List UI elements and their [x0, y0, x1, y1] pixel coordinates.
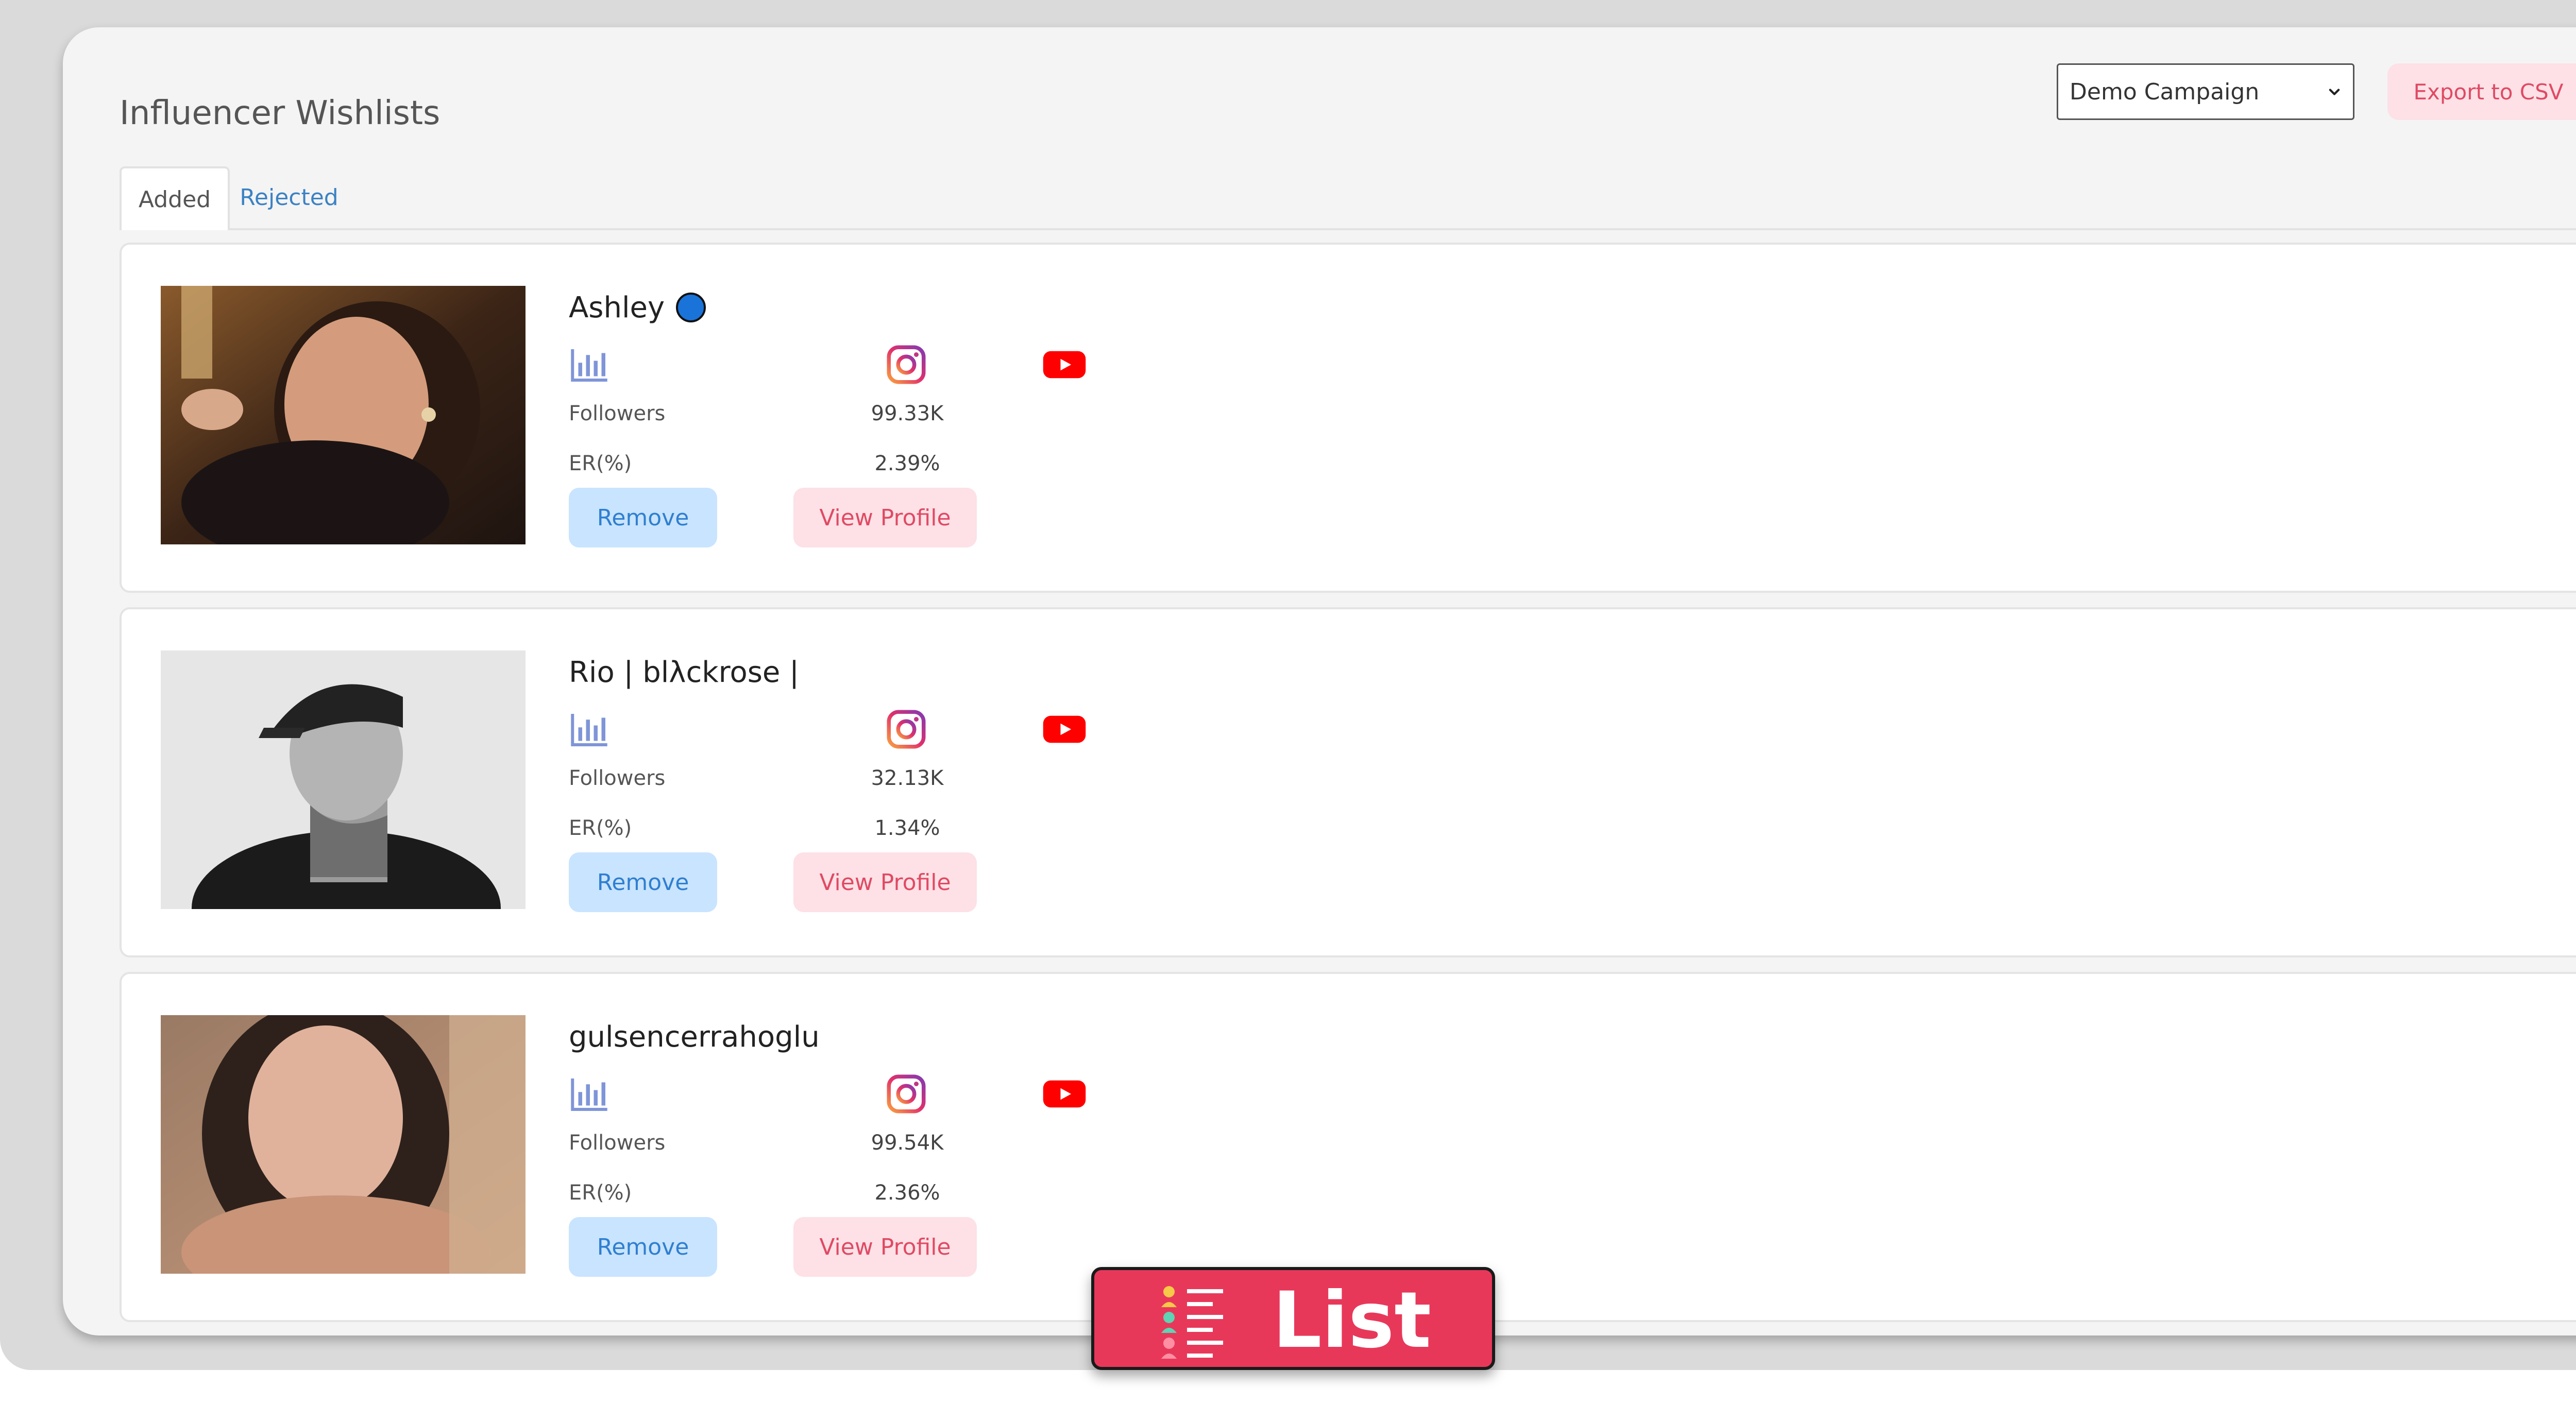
page-title: Influencer Wishlists [120, 94, 440, 132]
verified-badge-icon [676, 293, 706, 322]
list-overlay-label: List [1273, 1276, 1431, 1365]
campaign-select-value: Demo Campaign [2070, 78, 2260, 105]
export-csv-button[interactable]: Export to CSV [2387, 63, 2576, 120]
er-label: ER(%) [569, 816, 632, 840]
influencer-card: Ashley Followers 99.33K ER(%) 2.39% Remo… [120, 243, 2576, 593]
bar-chart-icon [567, 1071, 613, 1117]
influencer-photo [161, 286, 526, 544]
influencer-photo [161, 1015, 526, 1274]
youtube-icon[interactable] [1040, 1071, 1089, 1117]
campaign-select[interactable]: Demo Campaign [2057, 63, 2354, 120]
tab-rejected[interactable]: Rejected [230, 166, 348, 228]
bar-chart-icon [567, 341, 613, 388]
followers-label: Followers [569, 1131, 666, 1155]
youtube-icon[interactable] [1040, 341, 1089, 388]
remove-button[interactable]: Remove [569, 852, 717, 912]
er-label: ER(%) [569, 1181, 632, 1205]
er-label: ER(%) [569, 452, 632, 475]
influencer-name[interactable]: gulsencerrahoglu [569, 1020, 820, 1054]
view-profile-button[interactable]: View Profile [793, 852, 977, 912]
followers-value: 99.33K [871, 402, 944, 425]
influencer-name-row: Ashley [569, 287, 706, 328]
influencer-photo [161, 650, 526, 909]
influencer-name-row: Rio | blλckrose | [569, 652, 799, 693]
app-window: Influencer Wishlists Demo Campaign Expor… [63, 27, 2576, 1336]
influencer-name-row: gulsencerrahoglu [569, 1016, 820, 1057]
instagram-icon[interactable] [883, 341, 929, 388]
followers-value: 99.54K [871, 1131, 944, 1155]
influencer-name[interactable]: Ashley [569, 291, 665, 324]
er-value: 1.34% [874, 816, 940, 840]
view-profile-button[interactable]: View Profile [793, 488, 977, 547]
instagram-icon[interactable] [883, 706, 929, 752]
influencer-name[interactable]: Rio | blλckrose | [569, 656, 799, 689]
list-icon [1161, 1286, 1223, 1359]
tab-added[interactable]: Added [120, 166, 230, 230]
remove-button[interactable]: Remove [569, 488, 717, 547]
tab-bar: Added Rejected [120, 166, 2576, 230]
er-value: 2.39% [874, 452, 940, 475]
remove-button[interactable]: Remove [569, 1217, 717, 1277]
list-overlay-badge: List [1091, 1267, 1495, 1370]
youtube-icon[interactable] [1040, 706, 1089, 752]
bar-chart-icon [567, 706, 613, 752]
er-value: 2.36% [874, 1181, 940, 1205]
followers-label: Followers [569, 766, 666, 790]
influencer-card: Rio | blλckrose | Followers 32.13K ER(%)… [120, 607, 2576, 957]
chevron-down-icon [2329, 89, 2340, 95]
followers-label: Followers [569, 402, 666, 425]
instagram-icon[interactable] [883, 1071, 929, 1117]
view-profile-button[interactable]: View Profile [793, 1217, 977, 1277]
followers-value: 32.13K [871, 766, 944, 790]
